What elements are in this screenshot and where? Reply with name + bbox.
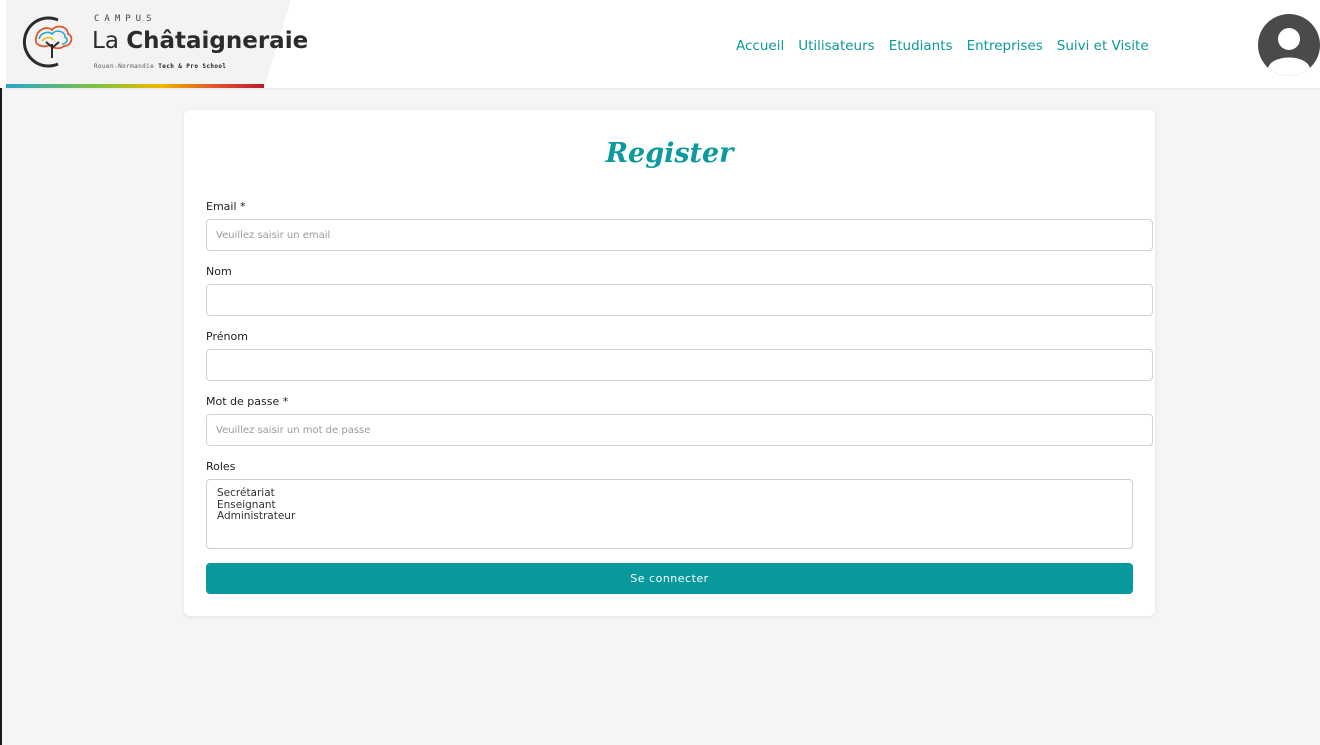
logo-tagline-prefix: Rouen-Normandie (94, 63, 155, 70)
role-option-enseignant[interactable]: Enseignant (217, 499, 1122, 512)
email-field[interactable] (206, 219, 1153, 251)
register-form-card: Register Email * Nom Prénom Mot de passe… (184, 110, 1155, 616)
logo-name-main: Châtaigneraie (126, 28, 309, 54)
password-field[interactable] (206, 414, 1153, 446)
logo-color-stripe (6, 84, 264, 88)
logo-campus-text: CAMPUS (94, 14, 157, 24)
email-label: Email * (206, 200, 246, 213)
nav-link-suivi-visite[interactable]: Suivi et Visite (1057, 38, 1149, 54)
role-option-secretariat[interactable]: Secrétariat (217, 487, 1122, 500)
logo[interactable]: CAMPUS La Châtaigneraie Rouen-Normandie … (6, 0, 308, 88)
nav-link-utilisateurs[interactable]: Utilisateurs (798, 38, 874, 54)
tree-logo-icon (22, 16, 73, 68)
nav-link-accueil[interactable]: Accueil (736, 38, 784, 54)
user-avatar[interactable] (1258, 14, 1320, 76)
logo-name: La Châtaigneraie (92, 28, 308, 54)
nav-link-entreprises[interactable]: Entreprises (967, 38, 1043, 54)
logo-tagline-strong: Tech & Pro School (158, 63, 227, 70)
prenom-field[interactable] (206, 349, 1153, 381)
nom-label: Nom (206, 265, 232, 278)
main-nav: Accueil Utilisateurs Etudiants Entrepris… (736, 38, 1163, 54)
prenom-label: Prénom (206, 330, 248, 343)
submit-button[interactable]: Se connecter (206, 563, 1133, 594)
user-avatar-icon (1268, 28, 1310, 76)
logo-name-prefix: La (92, 28, 119, 54)
page-title: Register (605, 138, 734, 169)
nav-link-etudiants[interactable]: Etudiants (889, 38, 953, 54)
top-navbar: CAMPUS La Châtaigneraie Rouen-Normandie … (0, 0, 1320, 88)
window-left-edge (0, 0, 2, 745)
nom-field[interactable] (206, 284, 1153, 316)
logo-tagline: Rouen-Normandie Tech & Pro School (94, 63, 226, 70)
roles-multiselect[interactable]: Secrétariat Enseignant Administrateur (206, 479, 1133, 549)
role-option-administrateur[interactable]: Administrateur (217, 510, 1122, 523)
roles-label: Roles (206, 460, 236, 473)
password-label: Mot de passe * (206, 395, 289, 408)
